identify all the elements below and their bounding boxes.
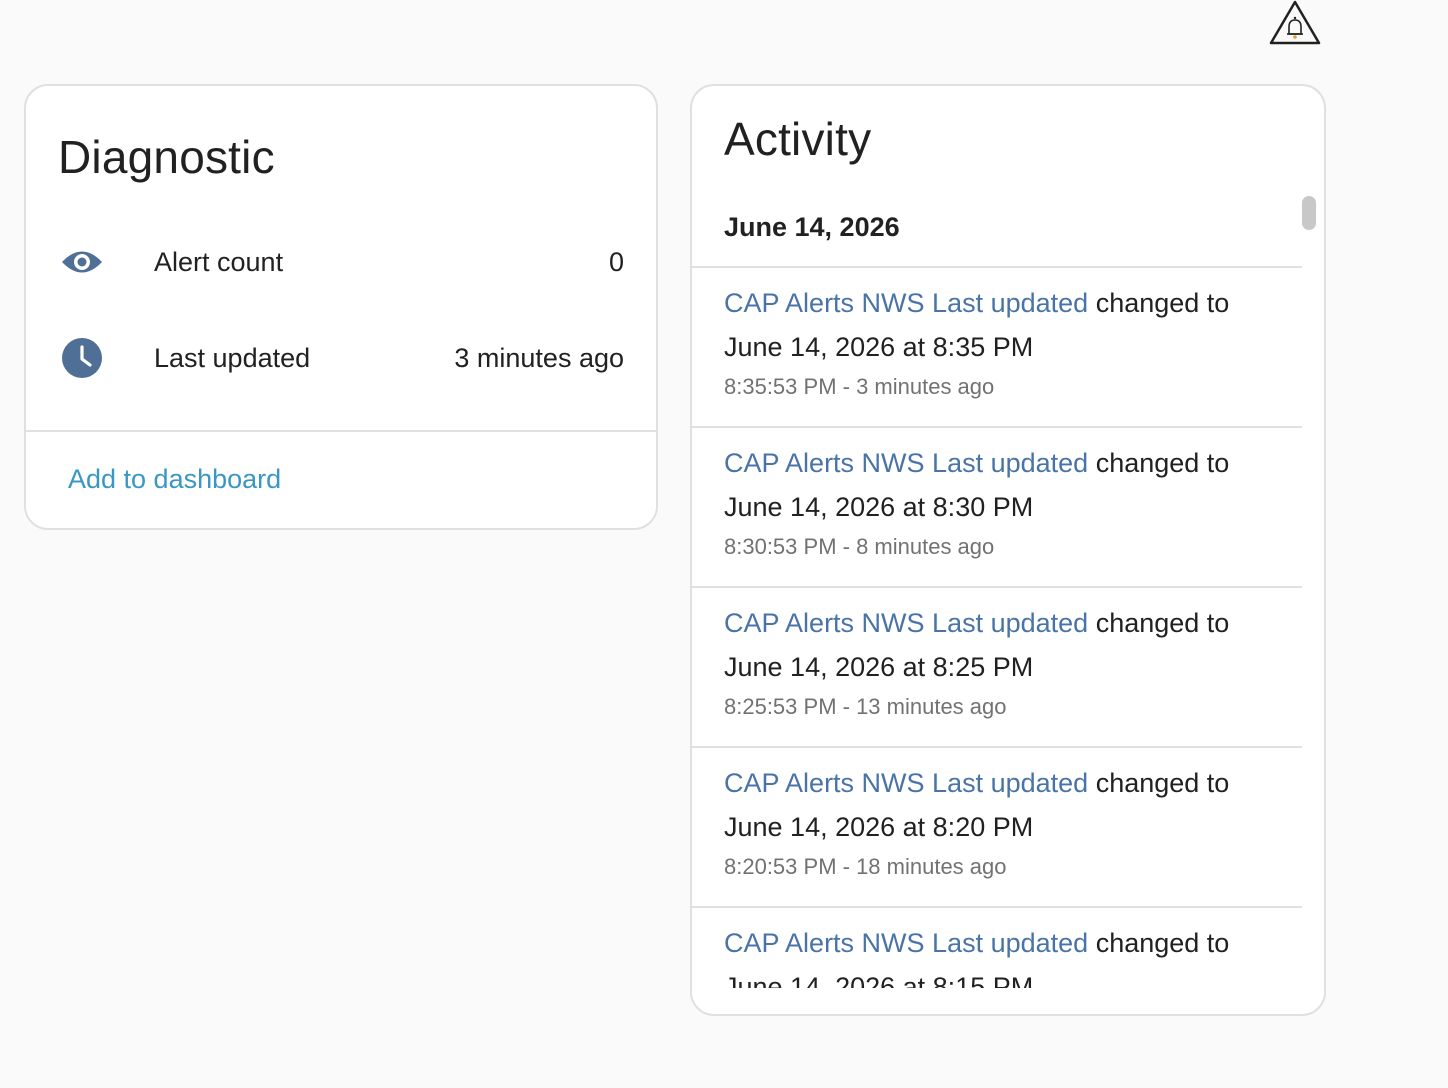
last-updated-row[interactable]: Last updated 3 minutes ago [26, 328, 656, 388]
activity-entry: CAP Alerts NWS Last updated changed to J… [692, 906, 1302, 988]
activity-scrollbar-thumb[interactable] [1302, 196, 1316, 230]
activity-value-text: June 14, 2026 at 8:25 PM [724, 652, 1034, 682]
alert-bell-triangle-icon[interactable] [1268, 0, 1322, 46]
activity-entity-link[interactable]: CAP Alerts NWS Last updated [724, 928, 1088, 958]
last-updated-label: Last updated [154, 342, 311, 373]
activity-title: Activity [724, 113, 872, 165]
page: Diagnostic Alert count 0 Last updated 3 [0, 0, 1448, 1088]
activity-value-text: June 14, 2026 at 8:30 PM [724, 492, 1034, 522]
alert-count-row[interactable]: Alert count 0 [26, 232, 656, 292]
activity-value-text: June 14, 2026 at 8:15 PM [724, 972, 1034, 988]
activity-action-text: changed to [1095, 608, 1230, 638]
alert-count-value: 0 [608, 246, 624, 277]
activity-timestamp: 8:35:53 PM - 3 minutes ago [724, 374, 995, 399]
activity-action-text: changed to [1095, 768, 1230, 798]
activity-scroll-area[interactable]: June 14, 2026 CAP Alerts NWS Last update… [692, 186, 1302, 988]
activity-entry: CAP Alerts NWS Last updated changed to J… [692, 266, 1302, 426]
activity-entity-link[interactable]: CAP Alerts NWS Last updated [724, 768, 1088, 798]
diagnostic-card: Diagnostic Alert count 0 Last updated 3 [24, 84, 658, 530]
card-divider [26, 430, 656, 432]
activity-entity-link[interactable]: CAP Alerts NWS Last updated [724, 288, 1088, 318]
activity-action-text: changed to [1095, 448, 1230, 478]
activity-entry: CAP Alerts NWS Last updated changed to J… [692, 746, 1302, 906]
activity-timestamp: 8:25:53 PM - 13 minutes ago [724, 694, 1007, 719]
clock-icon [60, 336, 104, 380]
activity-action-text: changed to [1095, 928, 1230, 958]
add-to-dashboard-button[interactable]: Add to dashboard [68, 464, 281, 495]
activity-entity-link[interactable]: CAP Alerts NWS Last updated [724, 448, 1088, 478]
diagnostic-title: Diagnostic [58, 131, 275, 183]
activity-timestamp: 8:30:53 PM - 8 minutes ago [724, 534, 995, 559]
activity-timestamp: 8:20:53 PM - 18 minutes ago [724, 854, 1007, 879]
activity-entry: CAP Alerts NWS Last updated changed to J… [692, 586, 1302, 746]
last-updated-value: 3 minutes ago [454, 342, 624, 373]
activity-value-text: June 14, 2026 at 8:35 PM [724, 332, 1034, 362]
activity-date-header: June 14, 2026 [724, 212, 900, 242]
activity-entity-link[interactable]: CAP Alerts NWS Last updated [724, 608, 1088, 638]
eye-icon [60, 240, 104, 284]
activity-action-text: changed to [1095, 288, 1230, 318]
activity-card: Activity June 14, 2026 CAP Alerts NWS La… [690, 84, 1326, 1016]
activity-entry: CAP Alerts NWS Last updated changed to J… [692, 426, 1302, 586]
alert-count-label: Alert count [154, 246, 284, 277]
activity-value-text: June 14, 2026 at 8:20 PM [724, 812, 1034, 842]
